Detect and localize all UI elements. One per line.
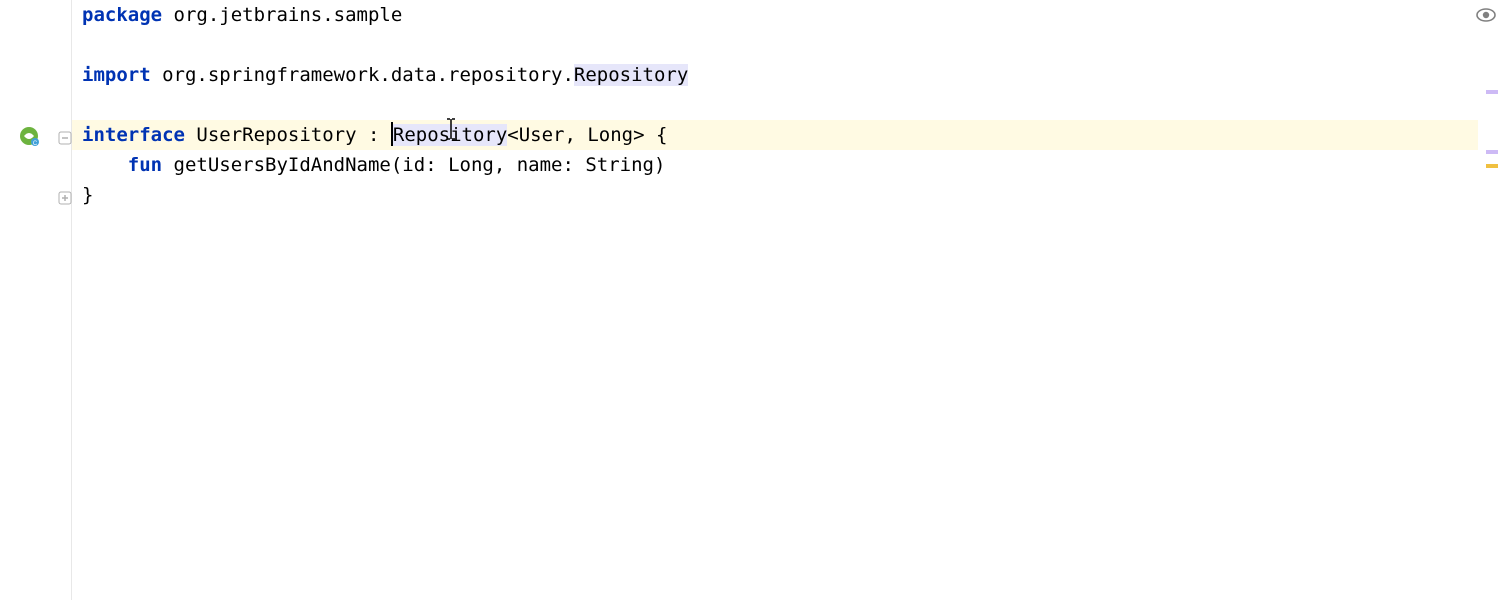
code-editor[interactable]: C package org.jetbrains.sample import or… [0, 0, 1500, 600]
spring-bean-icon[interactable]: C [18, 125, 40, 147]
closing-brace: } [82, 184, 93, 206]
text-caret [391, 122, 393, 146]
supertype-repository-usage: Repository [393, 124, 507, 146]
generics-clause: <User, Long> { [507, 124, 667, 146]
svg-text:C: C [33, 141, 38, 147]
package-name: org.jetbrains.sample [162, 4, 402, 26]
code-line-4-blank[interactable] [82, 90, 1478, 120]
code-line-5-current[interactable]: interface UserRepository : Repository<Us… [72, 120, 1478, 150]
fold-close-icon[interactable] [58, 188, 72, 202]
inspection-marker-warning[interactable] [1486, 164, 1498, 168]
indent [82, 154, 128, 176]
editor-gutter: C [0, 0, 72, 600]
code-line-6[interactable]: fun getUsersByIdAndName(id: Long, name: … [82, 150, 1478, 180]
inspection-eye-icon[interactable] [1476, 6, 1496, 22]
code-content-area[interactable]: package org.jetbrains.sample import org.… [72, 0, 1478, 600]
keyword-package: package [82, 4, 162, 26]
inspection-marker-info[interactable] [1486, 150, 1498, 154]
inspection-marker-info[interactable] [1486, 90, 1498, 94]
fold-toggle-icon[interactable] [58, 128, 72, 142]
import-path-prefix: org.springframework.data.repository. [151, 64, 574, 86]
interface-name: UserRepository [185, 124, 368, 146]
import-repository-usage: Repository [574, 64, 688, 86]
keyword-import: import [82, 64, 151, 86]
keyword-fun: fun [128, 154, 162, 176]
inspection-gutter [1478, 0, 1500, 600]
code-line-1[interactable]: package org.jetbrains.sample [82, 0, 1478, 30]
code-line-3[interactable]: import org.springframework.data.reposito… [82, 60, 1478, 90]
code-line-2-blank[interactable] [82, 30, 1478, 60]
function-signature: getUsersByIdAndName(id: Long, name: Stri… [162, 154, 665, 176]
keyword-interface: interface [82, 124, 185, 146]
code-line-7[interactable]: } [82, 180, 1478, 210]
colon-separator: : [368, 124, 391, 146]
